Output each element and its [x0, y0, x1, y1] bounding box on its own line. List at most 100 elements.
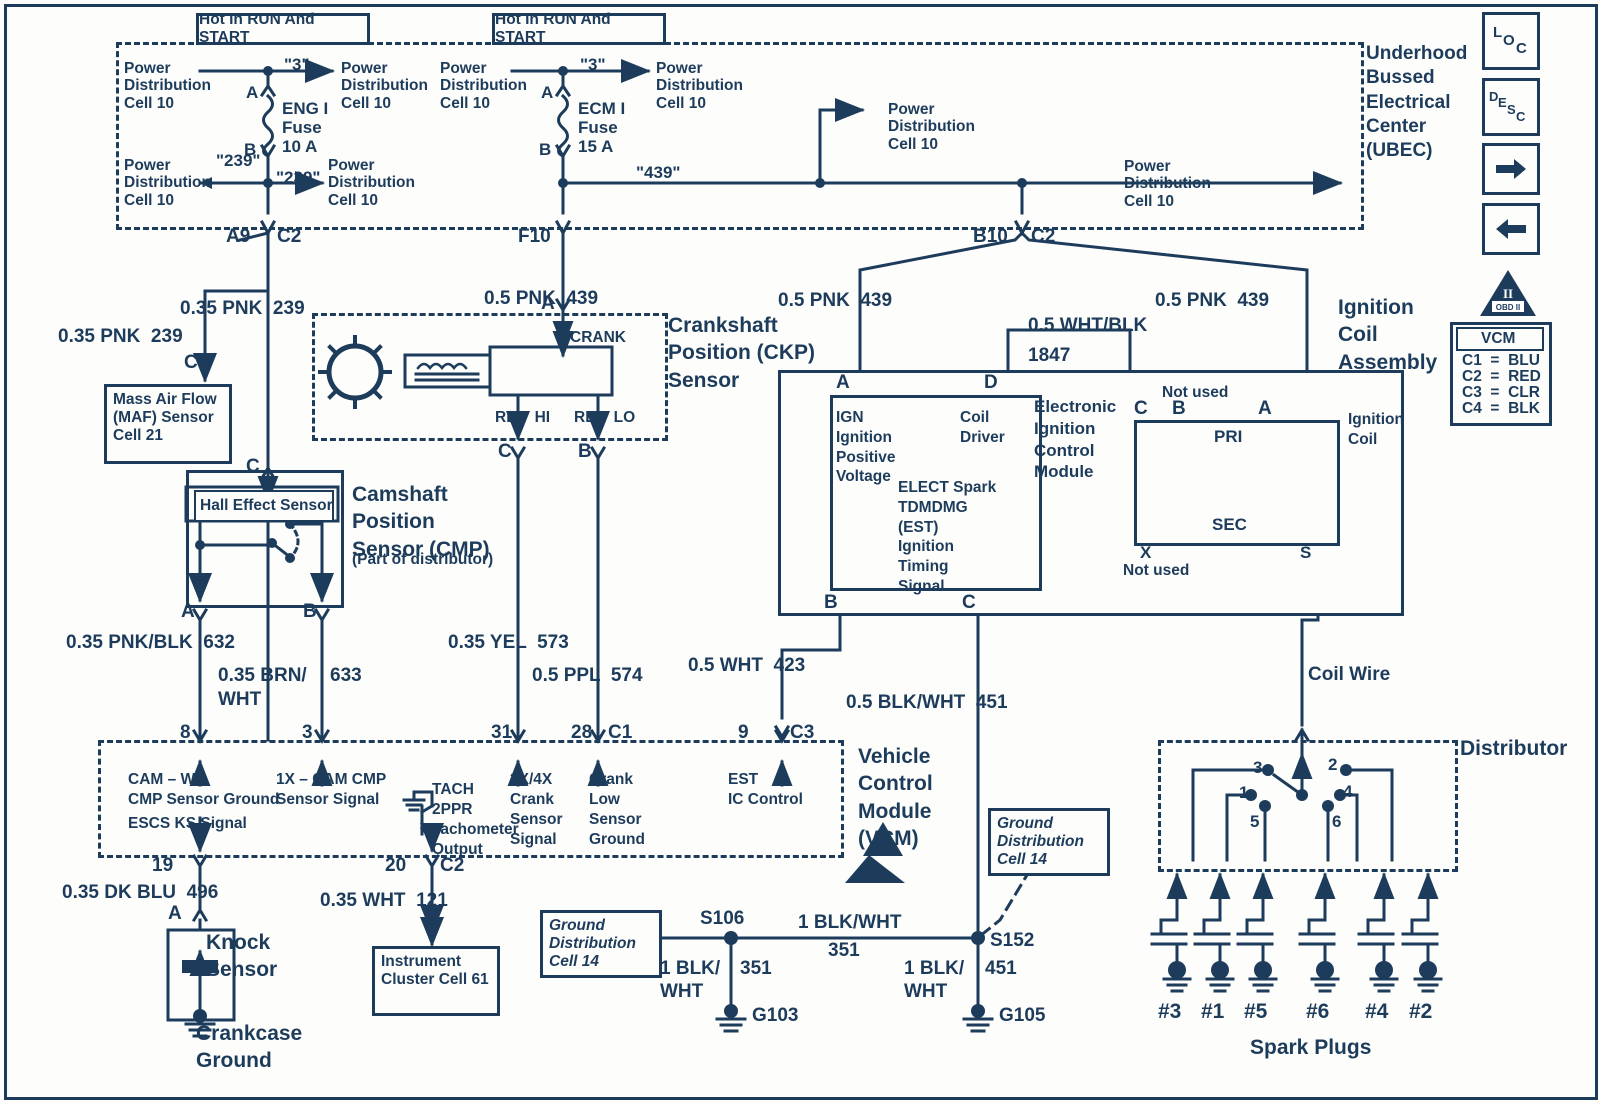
distributor-terminal-3: 3 [1253, 758, 1263, 777]
eicm-ign-label: IGN Ignition Positive Voltage [836, 409, 896, 486]
distributor-terminal-4: 4 [1343, 782, 1353, 801]
crankcase-ground-label: Crankcase Ground [196, 1022, 303, 1073]
coil-term-a: A [1258, 398, 1272, 419]
coil-term-s: S [1300, 543, 1312, 562]
vcm-pin-19: 19 [152, 855, 174, 876]
ignition-coil-assembly-title: Ignition Coil Assembly [1338, 296, 1438, 374]
wire-dkblu496: 0.35 DK BLU 496 [62, 882, 219, 903]
wire-blkwht351-name2: WHT [660, 981, 704, 1002]
connector-a9: A9 [226, 226, 251, 247]
cmp-subtitle: (Part of distributor) [352, 551, 494, 568]
pd-cell10-bottom-left: Power Distribution Cell 10 [124, 157, 211, 209]
spark-plug-label-3: #3 [1158, 1000, 1182, 1023]
svg-text:C: C [1516, 40, 1527, 57]
pd-cell10-bottom-right-1: Power Distribution Cell 10 [328, 157, 415, 209]
hot-run-start-banner-2: Hot In RUN And START [492, 11, 666, 46]
circuit-3-left: "3" [284, 55, 310, 74]
vcm-connector-c3: C3 [790, 722, 815, 743]
wire-blkwht351-num: 351 [740, 958, 772, 979]
vcm-signal-crank-3x4x: 3X/4X Crank Sensor Signal [510, 771, 563, 849]
vcm-signal-cam-1x: 1X – CAM CMP Sensor Signal [276, 771, 387, 809]
coil-sec-label: SEC [1212, 515, 1247, 534]
pd-cell10-top-left: Power Distribution Cell 10 [124, 60, 211, 112]
svg-text:E: E [1498, 95, 1507, 110]
desc-button[interactable]: D E S C [1482, 78, 1540, 136]
circuit-3-right: "3" [580, 55, 606, 74]
knock-sensor-label: Knock Sensor [206, 931, 278, 982]
svg-text:II: II [1503, 286, 1513, 301]
vcm-pin-3: 3 [302, 722, 313, 743]
ecm-fuse-term-a: A [541, 83, 554, 102]
next-page-button[interactable] [1482, 143, 1540, 195]
vcm-pin-20: 20 [385, 855, 407, 876]
vcm-pin-8: 8 [180, 722, 191, 743]
eicm-term-b: B [824, 592, 838, 613]
distributor-terminal-5: 5 [1250, 812, 1260, 831]
spark-plug-label-5: #5 [1244, 1000, 1268, 1023]
ckp-out-c: C [498, 441, 512, 462]
wire-yel573: 0.35 YEL 573 [448, 632, 569, 653]
eng-fuse-term-b: B [244, 140, 257, 159]
svg-text:C: C [1516, 109, 1526, 124]
distributor-title: Distributor [1460, 737, 1568, 760]
vcm-signal-crank-low: Crank Low Sensor Ground [589, 771, 645, 849]
eicm-coil-driver-label: Coil Driver [960, 409, 1005, 446]
splice-s106: S106 [700, 908, 745, 929]
wire-blkwht351-name: 1 BLK/ [660, 958, 721, 979]
eng-fuse-label: ENG I Fuse 10 A [282, 99, 329, 157]
wire-pnk239-right: 0.35 PNK 239 [180, 298, 305, 319]
wire-brnwht633-name: 0.35 BRN/ [218, 665, 307, 686]
pd-cell10-top-left-2: Power Distribution Cell 10 [440, 60, 527, 112]
wire-coil-wire: Coil Wire [1308, 664, 1391, 685]
ckp-crank-signal: CRANK [570, 329, 626, 346]
vcm-signal-tach: TACH 2PPR Tachometer Output [432, 781, 519, 859]
pd-cell10-bottom-right-2: Power Distribution Cell 10 [1124, 158, 1211, 210]
wire-blkwht451-num: 451 [985, 958, 1017, 979]
vcm-legend-title: VCM [1481, 330, 1516, 347]
ground-g103: G103 [752, 1005, 799, 1026]
wire-wht423: 0.5 WHT 423 [688, 655, 806, 676]
obd2-icon: II OBD II [1480, 270, 1536, 316]
eicm-est-label: ELECT Spark TDMDMG (EST) Ignition Timing… [898, 479, 997, 596]
vcm-legend-row-c4: C4 = BLK [1462, 400, 1540, 417]
distributor-terminal-6: 6 [1332, 812, 1342, 831]
connector-b10-c2: C2 [1031, 226, 1056, 247]
wire-ppl574: 0.5 PPL 574 [532, 665, 643, 686]
distributor-enclosure [1158, 740, 1458, 872]
eicm-term-a: A [836, 372, 850, 393]
connector-b10: B10 [973, 226, 1008, 247]
wire-wht121: 0.35 WHT 121 [320, 890, 448, 911]
vcm-legend-row-c1: C1 = BLU [1462, 352, 1540, 369]
desc-icon: D E S C [1489, 89, 1526, 124]
spark-plug-label-6: #6 [1306, 1000, 1330, 1023]
ckp-ref-lo: REF LO [574, 409, 636, 426]
prev-page-button[interactable] [1482, 203, 1540, 255]
ground-distribution-box-right: Ground Distribution Cell 14 [988, 808, 1110, 876]
ckp-out-b: B [578, 441, 592, 462]
cmp-hall-text: Hall Effect Sensor [200, 497, 333, 514]
vcm-legend-row-c3: C3 = CLR [1462, 384, 1540, 401]
spark-plug-label-2: #2 [1409, 1000, 1433, 1023]
spark-plug-label-4: #4 [1365, 1000, 1389, 1023]
vcm-pin-28: 28 [571, 722, 593, 743]
svg-text:S: S [1507, 102, 1516, 117]
eng-fuse-term-a: A [246, 83, 259, 102]
wire-blkwht451-name: 1 BLK/ [904, 958, 965, 979]
wire-pnk239-left: 0.35 PNK 239 [58, 326, 183, 347]
ecm-fuse-label: ECM I Fuse 15 A [578, 99, 626, 157]
obd2-badge: II OBD II [1478, 268, 1538, 320]
coil-pri-label: PRI [1214, 427, 1243, 446]
ubec-title: Underhood Bussed Electrical Center (UBEC… [1366, 43, 1468, 162]
hot-run-start-banner-1: Hot In RUN And START [196, 11, 370, 46]
arrow-left-icon [1496, 219, 1526, 239]
loc-button[interactable]: L O C [1482, 12, 1540, 70]
svg-text:D: D [1489, 89, 1498, 104]
wire-pnkblk632: 0.35 PNK/BLK 632 [66, 632, 235, 653]
spark-plugs-title: Spark Plugs [1250, 1036, 1372, 1059]
maf-sensor-box: Mass Air Flow (MAF) Sensor Cell 21 [104, 384, 232, 464]
distributor-terminal-1: 1 [1239, 783, 1249, 802]
wiring-diagram-page: Hot In RUN And START Hot In RUN And STAR… [0, 0, 1600, 1104]
ground-distribution-box-left: Ground Distribution Cell 14 [540, 910, 662, 978]
coil-x-not-used: Not used [1123, 562, 1190, 579]
vcm-signal-cam-w: CAM – W CMP Sensor Ground [128, 771, 280, 809]
